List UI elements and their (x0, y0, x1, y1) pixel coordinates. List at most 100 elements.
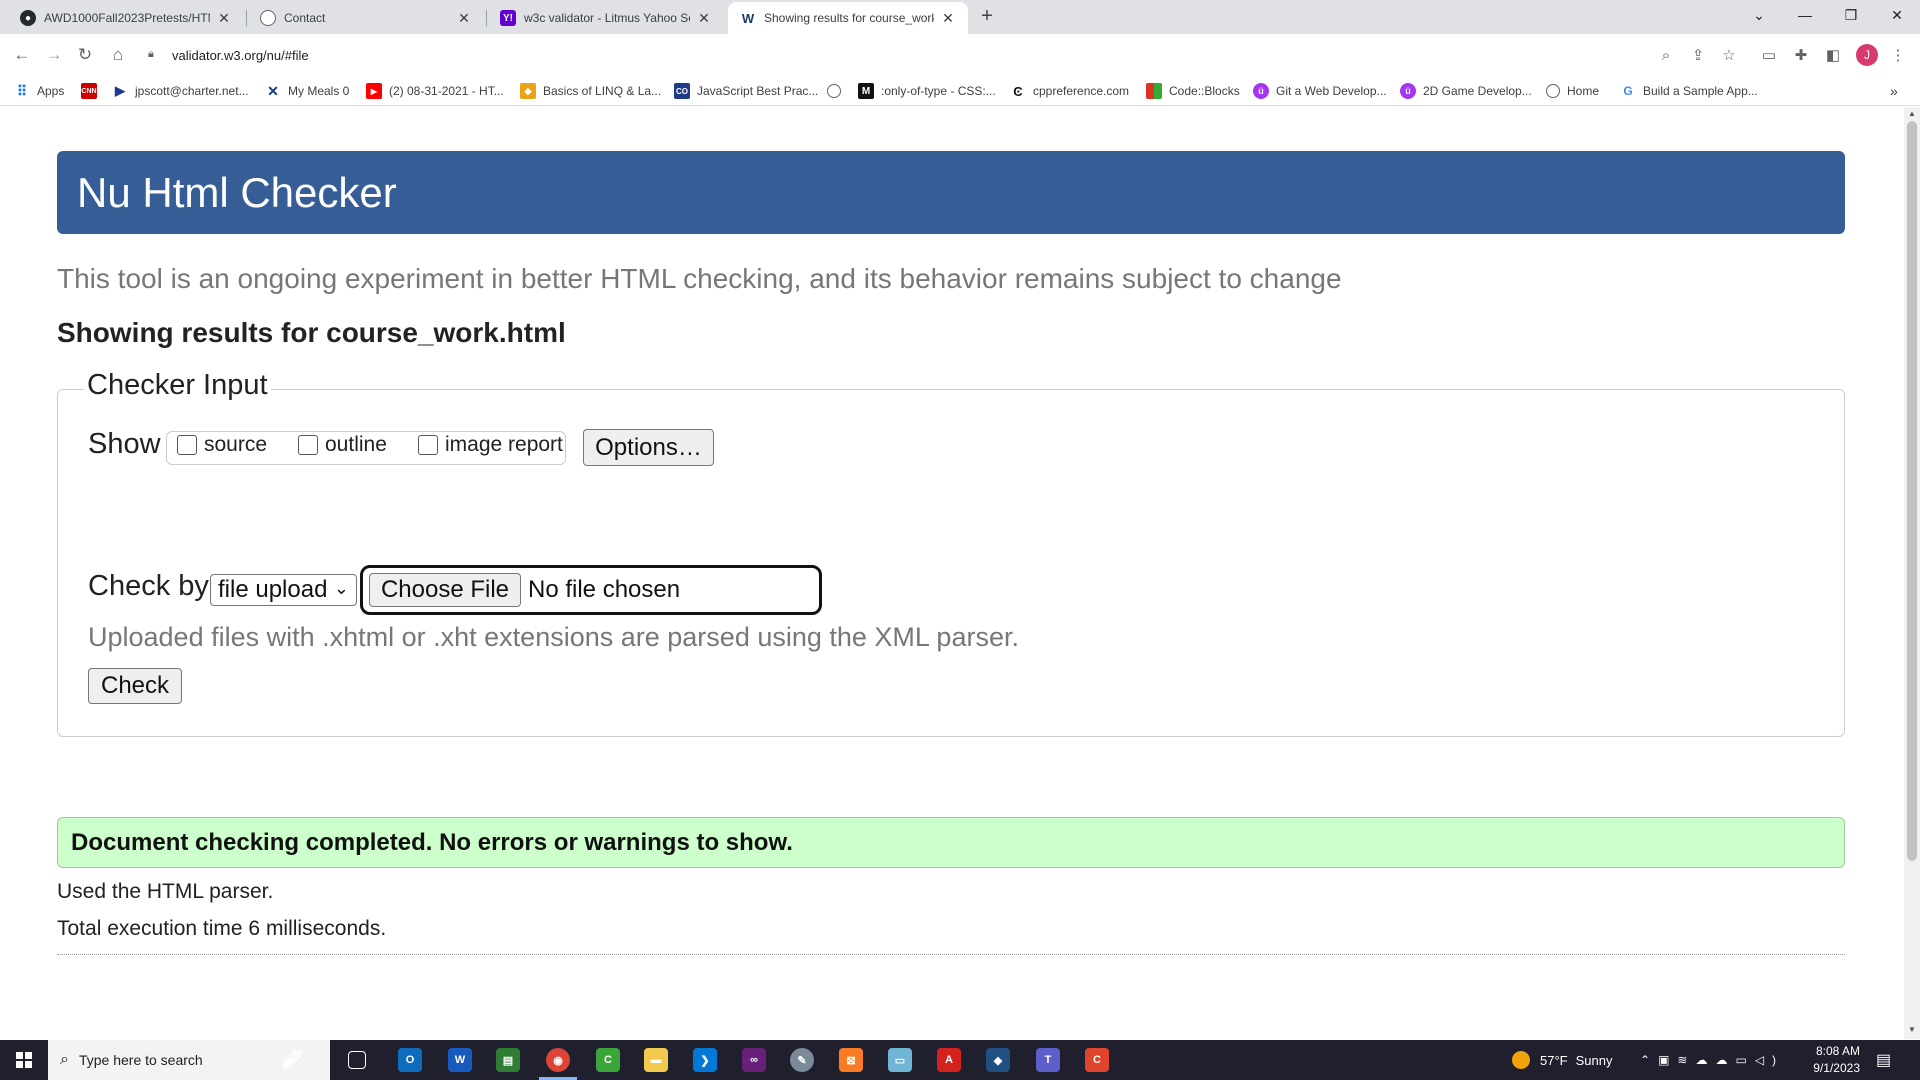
parser-info: Used the HTML parser. (57, 880, 274, 903)
close-icon[interactable]: ✕ (456, 10, 472, 27)
zoom-icon[interactable]: ⌕ (1654, 43, 1678, 67)
tab-contact[interactable]: Contact ✕ (248, 2, 484, 34)
bookmark-charter[interactable]: ▶ jpscott@charter.net... (112, 82, 249, 100)
explorer-icon[interactable]: ▬ (644, 1048, 668, 1072)
paint-icon[interactable]: ✎ (790, 1048, 814, 1072)
kebab-menu-icon[interactable]: ⋮ (1886, 43, 1910, 67)
choose-file-button[interactable]: Choose File (369, 573, 521, 607)
forward-arrow-icon[interactable]: → (42, 43, 66, 67)
acrobat-icon[interactable]: A (937, 1048, 961, 1072)
bookmark-star-icon[interactable]: ☆ (1717, 43, 1741, 67)
chevron-up-icon[interactable]: ⌃ (1640, 1053, 1658, 1067)
checkbox-image-report[interactable]: image report (418, 433, 563, 457)
camtasia-icon[interactable]: C (596, 1048, 620, 1072)
check-by-value[interactable]: file upload (218, 576, 327, 604)
window-close-icon[interactable]: ✕ (1874, 0, 1920, 30)
outlook-icon[interactable]: O (398, 1048, 422, 1072)
vscode-icon[interactable]: ❯ (693, 1048, 717, 1072)
bookmark-cppreference[interactable]: Ͼcppreference.com (1010, 82, 1129, 100)
notifications-icon[interactable]: ▤ (1876, 1040, 1891, 1080)
scroll-up-arrow-icon[interactable]: ▲ (1907, 109, 1917, 119)
share-icon[interactable]: ⇪ (1686, 43, 1710, 67)
scrollbar-thumb[interactable] (1907, 121, 1917, 861)
page-scrollbar[interactable]: ▲ ▼ (1904, 107, 1920, 1039)
xampp-icon[interactable]: ⊠ (839, 1048, 863, 1072)
divider (57, 954, 1845, 955)
options-button[interactable]: Options… (583, 429, 714, 466)
close-icon[interactable]: ✕ (940, 10, 956, 27)
weather-temp: 57°F (1540, 1052, 1568, 1068)
close-icon[interactable]: ✕ (216, 10, 232, 27)
system-tray[interactable]: ⌃ ▣ ≋ ☁ ☁ ▭ ◁) (1640, 1040, 1784, 1080)
onedrive-icon[interactable]: ☁ (1695, 1053, 1715, 1067)
bookmark-globe[interactable] (827, 82, 848, 100)
scroll-down-arrow-icon[interactable]: ▼ (1907, 1025, 1917, 1035)
cnn-icon: CNN (81, 83, 97, 99)
bookmark-home[interactable]: Home (1546, 82, 1599, 100)
url-text[interactable]: validator.w3.org/nu/#file (172, 48, 309, 63)
bookmark-mdn[interactable]: M:only-of-type - CSS:... (858, 82, 996, 100)
checkbox-label[interactable]: image report (445, 433, 563, 457)
minimize-icon[interactable]: — (1782, 0, 1828, 30)
bookmark-linq[interactable]: ◆ Basics of LINQ & La... (520, 82, 661, 100)
address-bar[interactable]: 🔒︎ validator.w3.org/nu/#file (140, 39, 1680, 71)
bookmark-build-sample-app[interactable]: G Build a Sample App... (1620, 82, 1757, 100)
cast-icon[interactable]: ▭ (1757, 43, 1781, 67)
bookmark-git-web-develop[interactable]: ü Git a Web Develop... (1253, 82, 1387, 100)
close-icon[interactable]: ✕ (696, 10, 712, 27)
chrome-icon[interactable]: ◉ (546, 1048, 570, 1072)
teams-icon[interactable]: T (1036, 1048, 1060, 1072)
bookmark-label: :only-of-type - CSS:... (881, 84, 996, 98)
sourcetree-icon[interactable]: ◆ (986, 1048, 1010, 1072)
extensions-puzzle-icon[interactable]: ✚ (1789, 43, 1813, 67)
tab-yahoo[interactable]: Y! w3c validator - Litmus Yahoo Sea ✕ (488, 2, 724, 34)
page-header: Nu Html Checker (57, 151, 1845, 234)
check-button[interactable]: Check (88, 668, 182, 704)
lock-icon[interactable]: 🔒︎ (148, 48, 162, 62)
cloud-icon[interactable]: ☁ (1715, 1053, 1735, 1067)
word-icon[interactable]: W (448, 1048, 472, 1072)
bookmark-codeblocks[interactable]: Code::Blocks (1146, 82, 1240, 100)
checkbox-label[interactable]: outline (325, 433, 387, 457)
restore-icon[interactable]: ❐ (1828, 0, 1874, 30)
checkbox-source[interactable]: source (177, 433, 267, 457)
task-view-icon[interactable] (348, 1051, 366, 1069)
new-tab-button[interactable]: + (976, 6, 998, 28)
github-icon: ● (20, 10, 36, 26)
tray-app-icon[interactable]: ▣ (1658, 1053, 1677, 1067)
checkbox-box[interactable] (177, 435, 197, 455)
start-button[interactable] (0, 1040, 48, 1080)
checkbox-label[interactable]: source (204, 433, 267, 457)
volume-icon[interactable]: ◁) (1755, 1053, 1784, 1067)
side-panel-icon[interactable]: ◧ (1821, 43, 1845, 67)
tab-github[interactable]: ● AWD1000Fall2023Pretests/HTML ✕ (8, 2, 244, 34)
bookmark-my-meals[interactable]: ✕ My Meals 0 (265, 82, 349, 100)
search-highlight-icon[interactable]: 🧪︎ (257, 1044, 329, 1076)
codeblocks-icon[interactable]: C (1085, 1048, 1109, 1072)
bookmark-cnn[interactable]: CNN (81, 82, 104, 100)
reload-icon[interactable]: ↻ (73, 43, 97, 67)
checkbox-outline[interactable]: outline (298, 433, 387, 457)
weather-widget[interactable]: 57°F Sunny (1512, 1040, 1612, 1080)
battery-icon[interactable]: ▭ (1735, 1053, 1754, 1067)
tab-search-icon[interactable]: ⌄ (1736, 0, 1782, 30)
clock[interactable]: 8:08 AM 9/1/2023 (1800, 1043, 1860, 1077)
profile-avatar[interactable]: J (1856, 44, 1878, 66)
visualstudio-icon[interactable]: ∞ (742, 1048, 766, 1072)
home-icon[interactable]: ⌂ (106, 43, 130, 67)
bookmark-apps[interactable]: ⠿ Apps (14, 82, 65, 100)
notepad-icon[interactable]: ▭ (888, 1048, 912, 1072)
back-arrow-icon[interactable]: ← (10, 43, 34, 67)
more-bookmarks-chevron-icon[interactable]: » (1890, 82, 1898, 100)
chevron-down-icon[interactable]: ⌄ (334, 578, 349, 599)
bookmark-2d-game[interactable]: ü 2D Game Develop... (1400, 82, 1532, 100)
checkbox-box[interactable] (418, 435, 438, 455)
bookmark-youtube[interactable]: ▶ (2) 08-31-2021 - HT... (366, 82, 504, 100)
sheets-icon[interactable]: ▤ (496, 1048, 520, 1072)
checkbox-box[interactable] (298, 435, 318, 455)
tab-validator[interactable]: W Showing results for course_work. ✕ (728, 2, 968, 34)
search-placeholder[interactable]: Type here to search (79, 1052, 203, 1068)
wifi-icon[interactable]: ≋ (1677, 1053, 1695, 1067)
check-by-select[interactable]: file upload ⌄ (210, 574, 357, 606)
bookmark-javascript[interactable]: CO JavaScript Best Prac... (674, 82, 818, 100)
